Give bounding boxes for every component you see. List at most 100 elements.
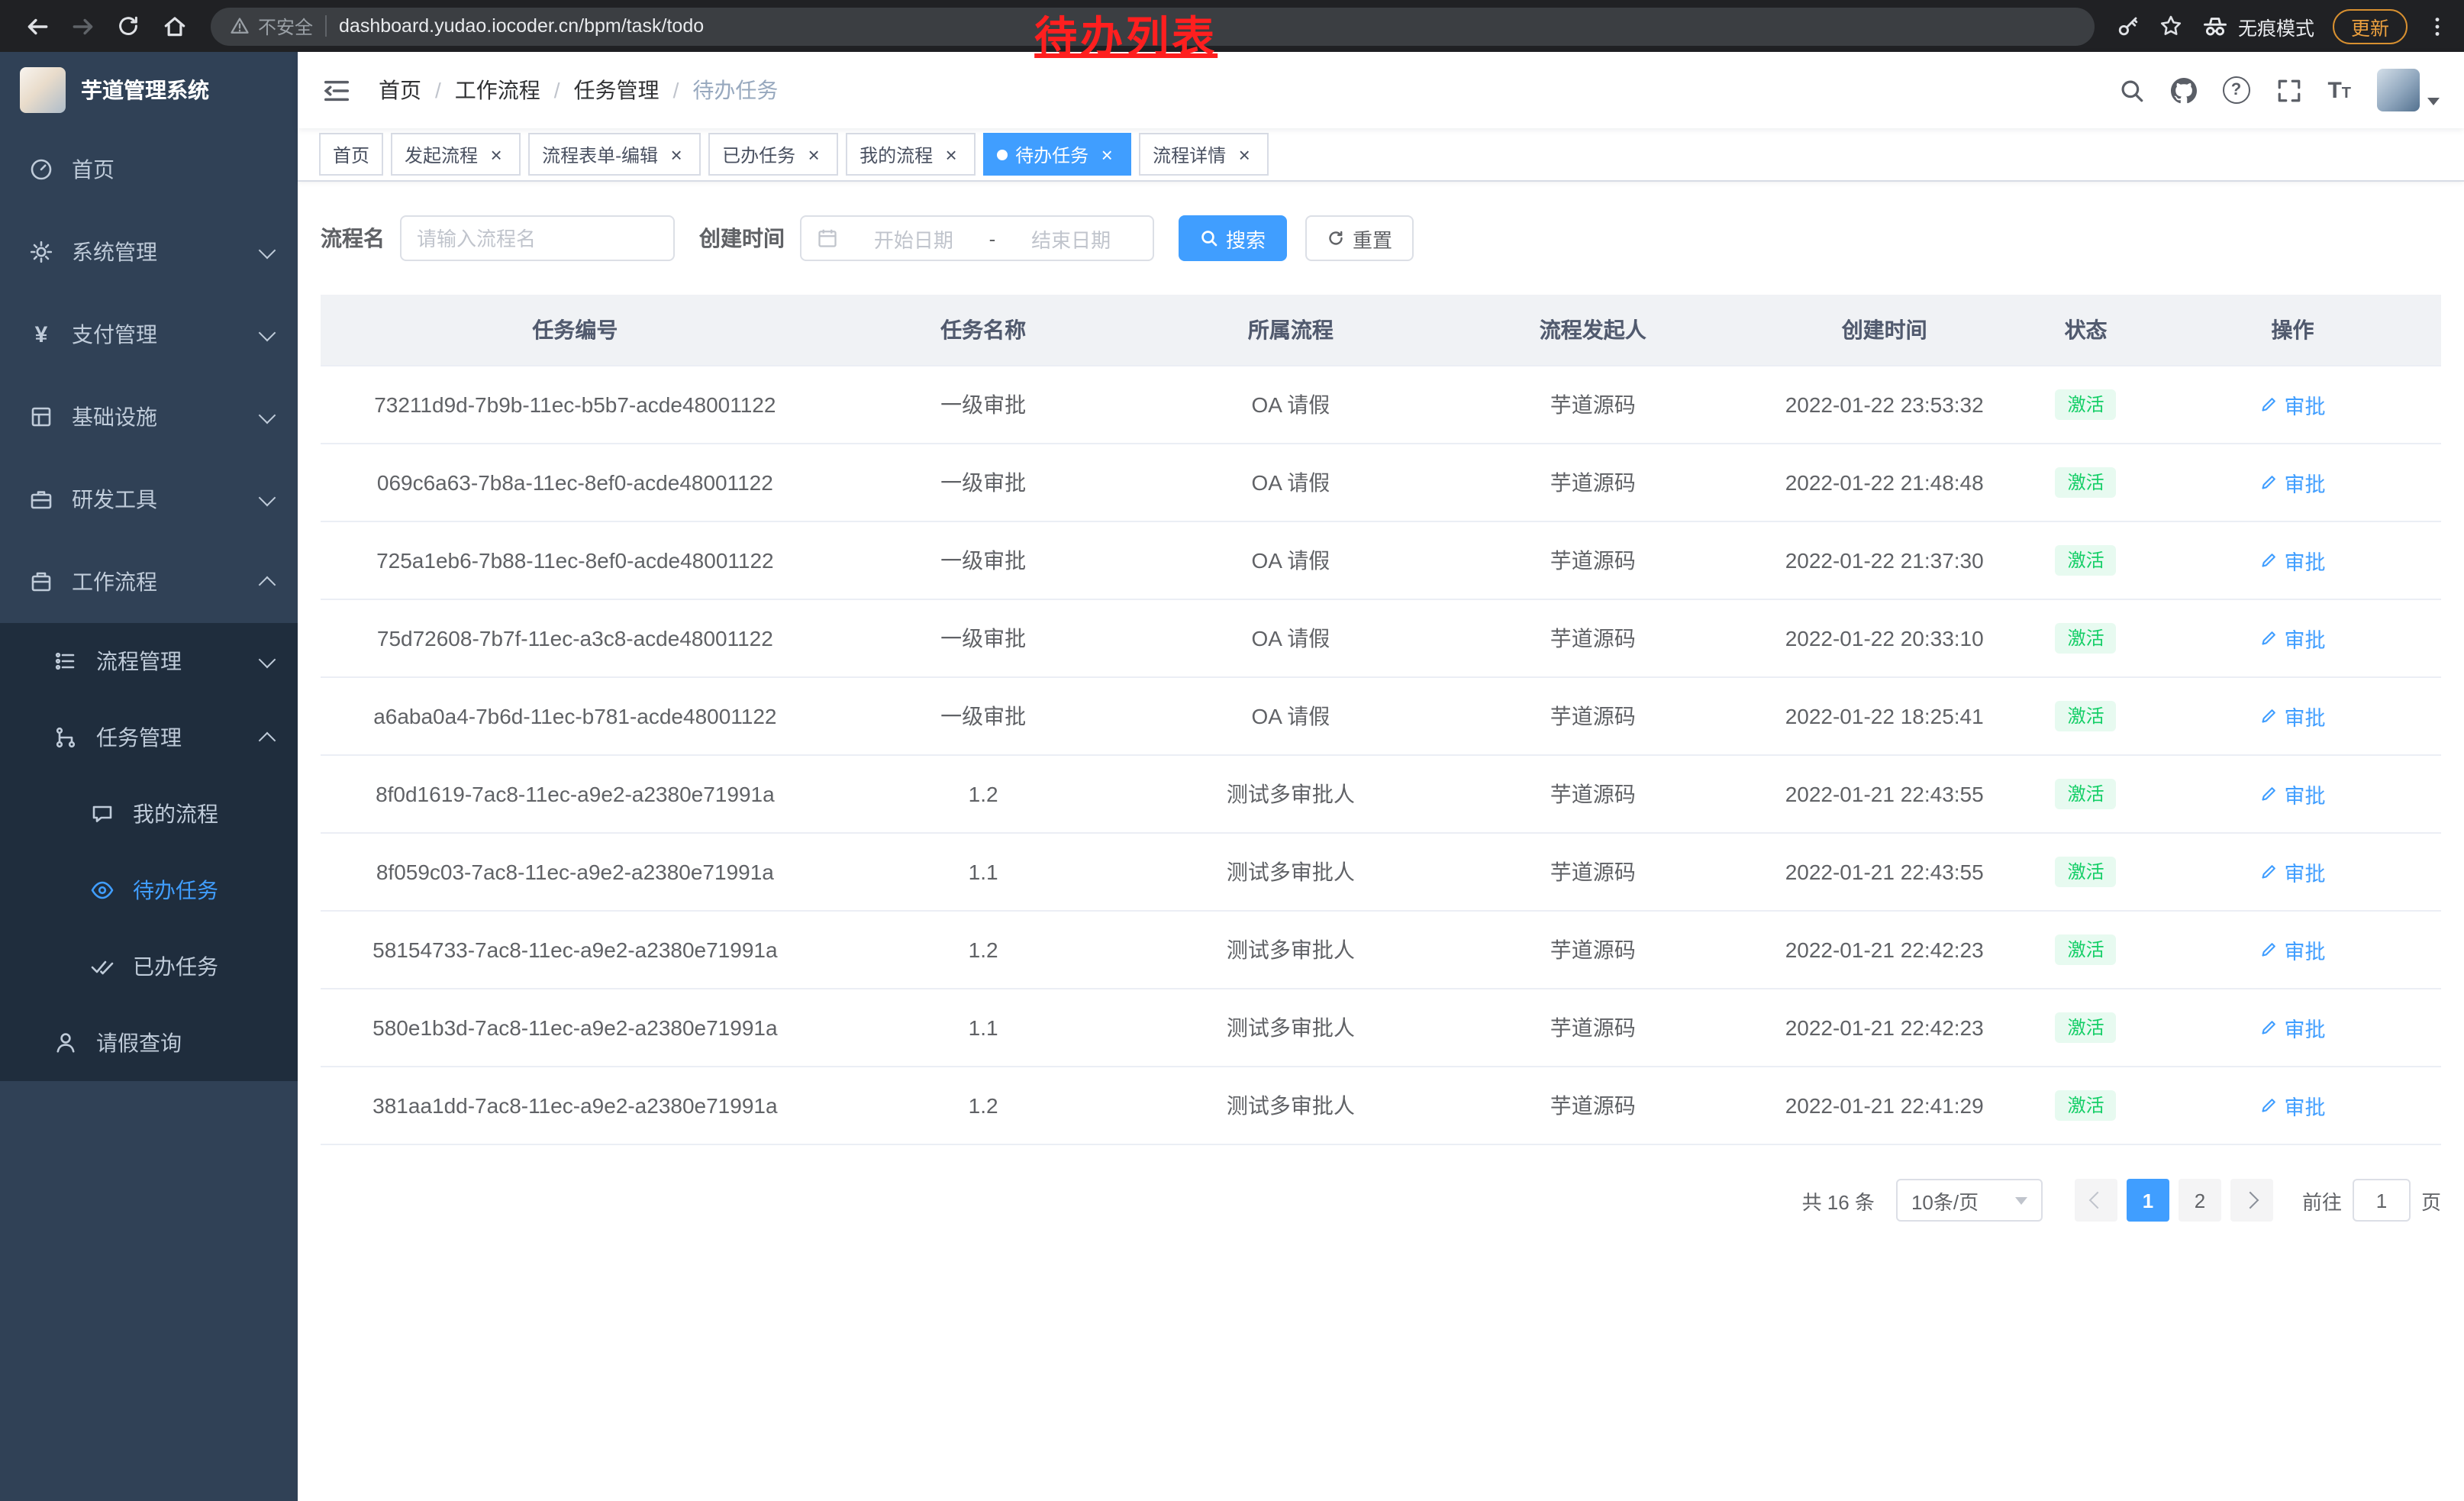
created-time-cell: 2022-01-22 21:48:48 <box>1741 444 2027 521</box>
breadcrumb-home[interactable]: 首页 <box>379 75 421 105</box>
action-cell: 审批 <box>2144 989 2441 1067</box>
tab-start-process[interactable]: 发起流程 × <box>391 133 521 176</box>
pencil-icon <box>2259 707 2278 725</box>
process-cell: OA 请假 <box>1137 366 1445 444</box>
sidebar-item-process-management[interactable]: 流程管理 <box>0 623 298 699</box>
task-id-cell: 73211d9d-7b9b-11ec-b5b7-acde48001122 <box>321 366 830 444</box>
approve-button[interactable]: 审批 <box>2259 1090 2325 1121</box>
sidebar-item-home[interactable]: 首页 <box>0 128 298 211</box>
status-cell: 激活 <box>2027 1067 2144 1144</box>
toolbar-actions: 无痕模式 更新 <box>2116 8 2449 44</box>
chevron-right-icon <box>2242 1192 2259 1209</box>
eye-icon <box>89 876 116 904</box>
date-range-picker[interactable]: 开始日期 - 结束日期 <box>800 215 1154 261</box>
security-status[interactable]: 不安全 <box>229 13 313 39</box>
close-icon[interactable]: × <box>666 144 687 165</box>
search-button[interactable]: 搜索 <box>1179 215 1287 261</box>
process-name-input[interactable] <box>400 215 675 261</box>
app-logo-bar[interactable]: 芋道管理系统 <box>0 52 298 128</box>
sidebar-item-done-tasks[interactable]: 已办任务 <box>0 928 298 1005</box>
page-size-select[interactable]: 10条/页 <box>1896 1179 2043 1222</box>
breadcrumb-separator: / <box>554 78 560 102</box>
range-separator: - <box>989 227 996 250</box>
breadcrumb-separator: / <box>435 78 441 102</box>
close-icon[interactable]: × <box>940 144 962 165</box>
status-cell: 激活 <box>2027 366 2144 444</box>
approve-button[interactable]: 审批 <box>2259 389 2325 420</box>
approve-button[interactable]: 审批 <box>2259 467 2325 498</box>
tab-home[interactable]: 首页 <box>319 133 383 176</box>
column-header: 创建时间 <box>1741 295 2027 366</box>
sidebar-item-task-management[interactable]: 任务管理 <box>0 699 298 776</box>
sidebar-item-payment[interactable]: ¥ 支付管理 <box>0 293 298 376</box>
close-icon[interactable]: × <box>1096 144 1118 165</box>
search-icon[interactable] <box>2118 77 2144 103</box>
table-row: 73211d9d-7b9b-11ec-b5b7-acde48001122 一级审… <box>321 366 2441 444</box>
prev-page-button[interactable] <box>2075 1179 2117 1222</box>
sidebar-item-leave-query[interactable]: 请假查询 <box>0 1005 298 1081</box>
chevron-down-icon <box>259 406 276 424</box>
tags-view-bar: 首页 发起流程 × 流程表单-编辑 × 已办任务 × 我的流程 × <box>298 128 2464 182</box>
column-header: 状态 <box>2027 295 2144 366</box>
status-cell: 激活 <box>2027 833 2144 911</box>
goto-page-input[interactable] <box>2353 1179 2411 1222</box>
help-icon[interactable]: ? <box>2222 76 2250 104</box>
sidebar-item-label: 流程管理 <box>96 646 182 676</box>
approve-button[interactable]: 审批 <box>2259 857 2325 887</box>
task-id-cell: 069c6a63-7b8a-11ec-8ef0-acde48001122 <box>321 444 830 521</box>
process-cell: OA 请假 <box>1137 677 1445 755</box>
reload-icon[interactable] <box>107 5 150 47</box>
sidebar-item-dev-tools[interactable]: 研发工具 <box>0 458 298 541</box>
back-icon[interactable] <box>15 5 58 47</box>
breadcrumb: 首页 / 工作流程 / 任务管理 / 待办任务 <box>379 75 778 105</box>
task-id-cell: 580e1b3d-7ac8-11ec-a9e2-a2380e71991a <box>321 989 830 1067</box>
page-button-2[interactable]: 2 <box>2179 1179 2221 1222</box>
user-menu[interactable] <box>2377 69 2440 111</box>
status-cell: 激活 <box>2027 755 2144 833</box>
sidebar-item-workflow[interactable]: 工作流程 <box>0 541 298 623</box>
menu-dots-icon[interactable] <box>2426 15 2449 37</box>
close-icon[interactable]: × <box>803 144 824 165</box>
approve-button[interactable]: 审批 <box>2259 623 2325 654</box>
gear-icon <box>27 238 55 266</box>
next-page-button[interactable] <box>2230 1179 2273 1222</box>
warning-icon <box>229 15 250 37</box>
home-icon[interactable] <box>153 5 195 47</box>
tab-done-tasks[interactable]: 已办任务 × <box>708 133 838 176</box>
chevron-down-icon <box>259 241 276 259</box>
approve-button[interactable]: 审批 <box>2259 545 2325 576</box>
reset-button[interactable]: 重置 <box>1305 215 1414 261</box>
sidebar-item-system[interactable]: 系统管理 <box>0 211 298 293</box>
fullscreen-icon[interactable] <box>2275 77 2301 103</box>
tab-process-detail[interactable]: 流程详情 × <box>1139 133 1269 176</box>
font-size-icon[interactable]: TT <box>2327 79 2351 102</box>
approve-button[interactable]: 审批 <box>2259 779 2325 809</box>
star-icon[interactable] <box>2159 14 2183 38</box>
status-badge: 激活 <box>2056 934 2117 966</box>
address-bar[interactable]: 不安全 dashboard.yudao.iocoder.cn/bpm/task/… <box>211 7 2095 45</box>
tab-my-process[interactable]: 我的流程 × <box>846 133 976 176</box>
github-icon[interactable] <box>2170 77 2196 103</box>
update-button[interactable]: 更新 <box>2333 8 2408 44</box>
approve-button[interactable]: 审批 <box>2259 701 2325 731</box>
sidebar-item-my-process[interactable]: 我的流程 <box>0 776 298 852</box>
menu-fold-icon[interactable] <box>322 76 351 105</box>
status-cell: 激活 <box>2027 444 2144 521</box>
close-icon[interactable]: × <box>485 144 507 165</box>
sidebar-item-infrastructure[interactable]: 基础设施 <box>0 376 298 458</box>
tab-todo-tasks[interactable]: 待办任务 × <box>983 133 1131 176</box>
close-icon[interactable]: × <box>1234 144 1255 165</box>
table-header-row: 任务编号 任务名称 所属流程 流程发起人 创建时间 状态 操作 <box>321 295 2441 366</box>
page-button-1[interactable]: 1 <box>2127 1179 2169 1222</box>
created-time-cell: 2022-01-22 18:25:41 <box>1741 677 2027 755</box>
approve-button[interactable]: 审批 <box>2259 1012 2325 1043</box>
sidebar-item-todo-tasks[interactable]: 待办任务 <box>0 852 298 928</box>
approve-button[interactable]: 审批 <box>2259 934 2325 965</box>
breadcrumb-workflow[interactable]: 工作流程 <box>455 75 540 105</box>
forward-icon[interactable] <box>61 5 104 47</box>
tab-form-edit[interactable]: 流程表单-编辑 × <box>528 133 701 176</box>
key-icon[interactable] <box>2116 14 2140 38</box>
task-id-cell: 381aa1dd-7ac8-11ec-a9e2-a2380e71991a <box>321 1067 830 1144</box>
page-content: 流程名 创建时间 开始日期 - 结束日期 <box>298 182 2464 1501</box>
breadcrumb-task-management[interactable]: 任务管理 <box>574 75 660 105</box>
